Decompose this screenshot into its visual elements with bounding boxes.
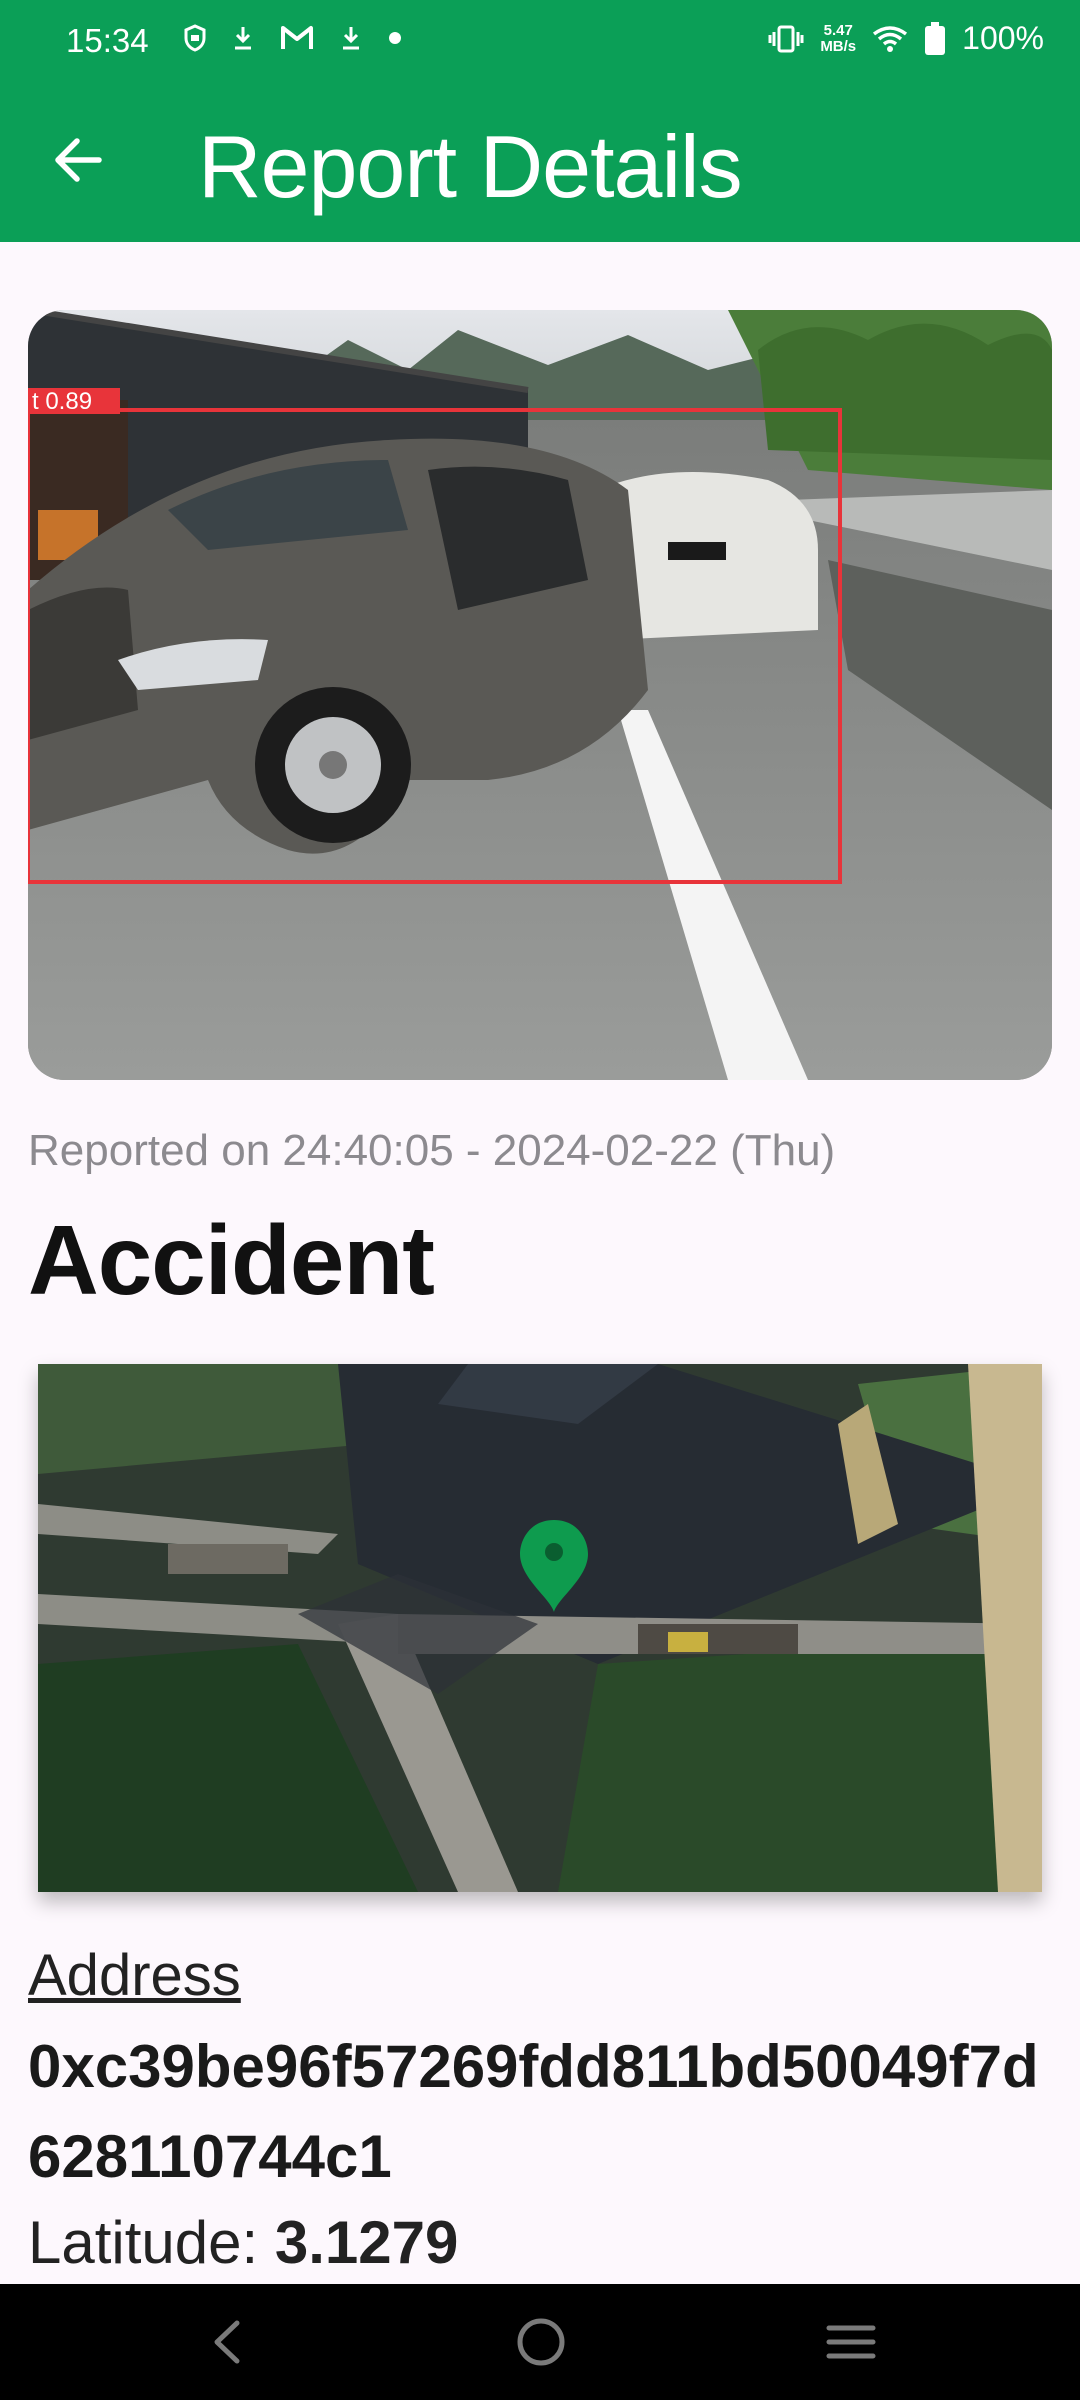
detection-label: t 0.89 <box>32 388 92 415</box>
nav-menu-icon <box>826 2325 876 2359</box>
nav-home-icon <box>517 2318 565 2366</box>
report-category: Accident <box>28 1205 435 1315</box>
page-title: Report Details <box>198 117 743 216</box>
wifi-icon <box>873 25 908 52</box>
nav-home-button[interactable] <box>506 2310 576 2374</box>
shield-icon <box>184 24 206 52</box>
vibrate-icon <box>768 25 804 52</box>
nav-back-button[interactable] <box>192 2310 262 2374</box>
nav-back-icon <box>214 2320 240 2364</box>
notification-icons <box>184 24 402 52</box>
download-icon <box>235 27 251 50</box>
app-bar: Report Details <box>0 88 1080 242</box>
network-speed: 5.47 MB/s <box>820 21 857 55</box>
latitude-row: Latitude: 3.1279 <box>28 2208 458 2277</box>
satellite-map-image <box>38 1364 1042 1892</box>
dot-icon <box>389 32 401 44</box>
address-label: Address <box>28 1943 241 2008</box>
nav-menu-button[interactable] <box>816 2310 886 2374</box>
reported-timestamp: Reported on 24:40:05 - 2024-02-22 (Thu) <box>28 1126 836 1175</box>
latitude-value: 3.1279 <box>274 2209 459 2276</box>
download-icon <box>343 27 359 50</box>
battery-percent: 100% <box>962 20 1044 56</box>
system-nav-bar <box>0 2284 1080 2400</box>
location-map[interactable] <box>38 1364 1042 1892</box>
status-time: 15:34 <box>66 22 149 59</box>
latitude-label: Latitude: <box>28 2209 275 2276</box>
battery-icon <box>925 21 946 55</box>
arrow-left-icon <box>55 138 102 182</box>
gmail-icon <box>281 26 313 49</box>
status-bar: 15:34 5.47 MB/s 100% <box>0 0 1080 88</box>
address-value: 0xc39be96f57269fdd811bd50049f7d628110744… <box>28 2033 1039 2190</box>
back-button[interactable] <box>40 122 116 198</box>
accident-image: t 0.89 <box>28 310 1052 1080</box>
report-photo[interactable]: t 0.89 <box>28 310 1052 1080</box>
